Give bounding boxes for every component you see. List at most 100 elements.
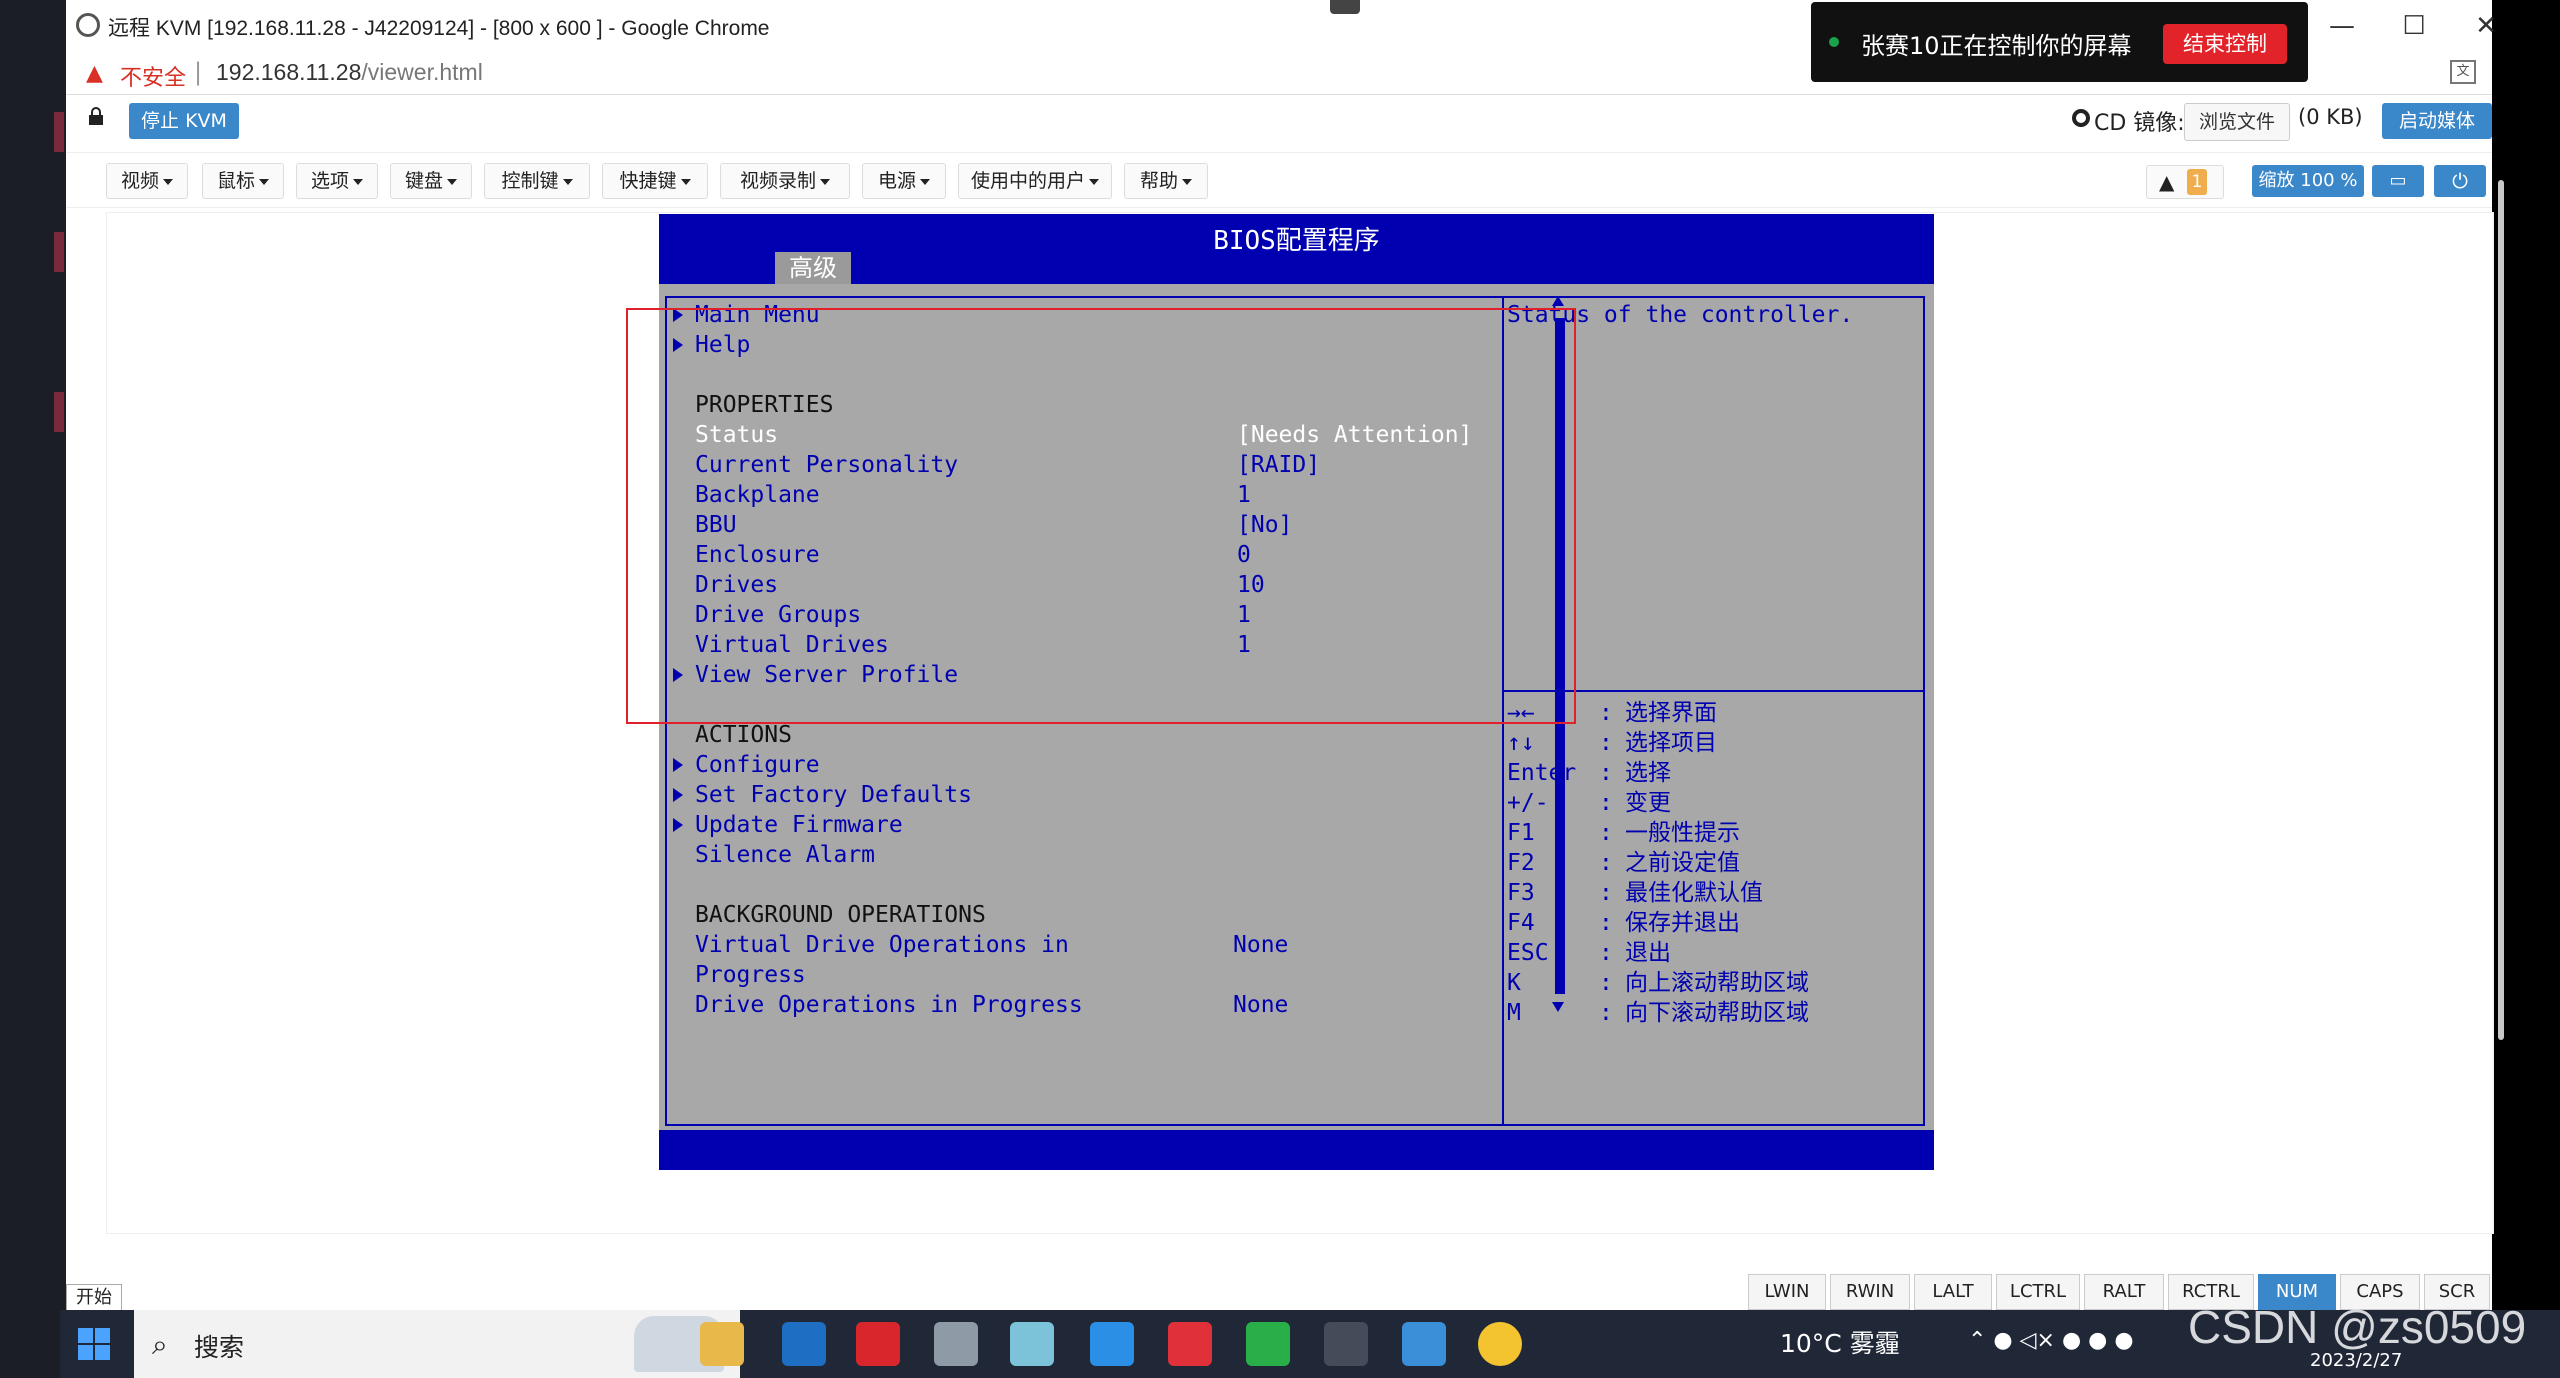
app-icon[interactable] <box>934 1322 978 1366</box>
key-name: M <box>1507 1000 1521 1026</box>
remote-app-icon[interactable] <box>1090 1322 1134 1366</box>
monitor-icon[interactable]: ▭ <box>2372 165 2424 197</box>
address-separator: | <box>194 58 203 86</box>
key-name: F2 <box>1507 850 1535 876</box>
kvm-menu-bar: 视频 鼠标 选项 键盘 控制键 快捷键 视频录制 电源 使用中的用户 帮助 ▲ … <box>66 152 2492 208</box>
app-heart-icon[interactable] <box>1168 1322 1212 1366</box>
bios-item-silence-alarm[interactable]: Silence Alarm <box>695 840 875 870</box>
key-name: F1 <box>1507 820 1535 846</box>
wps-icon[interactable] <box>856 1322 900 1366</box>
start-tooltip: 开始 <box>66 1284 122 1312</box>
key-sep: : <box>1599 940 1613 966</box>
url-host: 192.168.11.28 <box>216 59 362 85</box>
key-sep: : <box>1599 730 1613 756</box>
warning-icon[interactable]: ▲ <box>86 61 103 86</box>
browse-file-button[interactable]: 浏览文件 <box>2184 103 2290 141</box>
menu-active-users-label: 使用中的用户 <box>970 170 1085 192</box>
windows-start-button[interactable] <box>60 1310 130 1378</box>
menu-video[interactable]: 视频 <box>106 163 188 199</box>
chevron-down-icon <box>680 178 691 185</box>
key-name: Enter <box>1507 760 1577 786</box>
tab-advanced[interactable]: 高级 <box>775 252 851 284</box>
taskbar-search[interactable]: ⌕ 搜索 <box>134 1310 740 1378</box>
launch-media-button[interactable]: 启动媒体 <box>2382 103 2492 139</box>
end-control-button[interactable]: 结束控制 <box>2163 24 2287 64</box>
chevron-down-icon <box>163 178 173 185</box>
share-handle[interactable] <box>1330 0 1360 14</box>
menu-power[interactable]: 电源 <box>862 163 946 199</box>
menu-control-keys[interactable]: 控制键 <box>484 163 590 199</box>
menu-help[interactable]: 帮助 <box>1124 163 1208 199</box>
key-lwin[interactable]: LWIN <box>1748 1274 1826 1310</box>
menu-active-users[interactable]: 使用中的用户 <box>958 163 1112 199</box>
key-ralt[interactable]: RALT <box>2084 1274 2164 1310</box>
menu-keyboard[interactable]: 键盘 <box>390 163 472 199</box>
key-desc: 一般性提示 <box>1625 820 1740 846</box>
chevron-down-icon <box>447 178 457 185</box>
key-name: ESC <box>1507 940 1549 966</box>
wechat-icon[interactable] <box>1246 1322 1290 1366</box>
chevron-down-icon <box>353 178 363 185</box>
key-name: F4 <box>1507 910 1535 936</box>
submenu-arrow-icon <box>673 788 683 802</box>
settings-gear-icon[interactable] <box>1324 1322 1368 1366</box>
key-sep: : <box>1599 970 1613 996</box>
watermark: CSDN @zs0509 <box>2188 1301 2527 1353</box>
share-status-text: 张赛10正在控制你的屏幕 <box>1861 32 2132 60</box>
scroll-down-icon[interactable] <box>1552 1002 1564 1012</box>
bios-item-update-firmware[interactable]: Update Firmware <box>695 810 903 840</box>
alert-button[interactable]: ▲ 1 <box>2146 165 2224 199</box>
security-status[interactable]: 不安全 <box>120 60 186 92</box>
chevron-down-icon <box>562 178 573 185</box>
menu-keyboard-label: 键盘 <box>404 170 443 192</box>
power-icon[interactable]: ⏻ <box>2434 165 2486 197</box>
notepad-icon[interactable] <box>1010 1322 1054 1366</box>
key-rwin[interactable]: RWIN <box>1830 1274 1910 1310</box>
page-scrollbar[interactable] <box>2498 180 2504 1040</box>
outlook-icon[interactable] <box>782 1322 826 1366</box>
chrome-icon[interactable] <box>1478 1322 1522 1366</box>
key-name: ↑↓ <box>1507 730 1535 756</box>
window-title: 远程 KVM [192.168.11.28 - J42209124] - [80… <box>108 17 770 40</box>
menu-video-label: 视频 <box>120 170 159 192</box>
warning-icon: ▲ <box>2159 170 2175 194</box>
menu-options[interactable]: 选项 <box>296 163 378 199</box>
windows-taskbar: ⌕ 搜索 10°C 雾霾 ⌃ ● ◁× ● ● ● 2023/2/27 <box>60 1310 2560 1378</box>
key-lctrl[interactable]: LCTRL <box>1996 1274 2080 1310</box>
key-lalt[interactable]: LALT <box>1914 1274 1992 1310</box>
menu-hotkeys[interactable]: 快捷键 <box>602 163 708 199</box>
key-sep: : <box>1599 790 1613 816</box>
system-tray-icons[interactable]: ⌃ ● ◁× ● ● ● <box>1968 1328 2134 1353</box>
key-name: K <box>1507 970 1521 996</box>
bios-item-configure[interactable]: Configure <box>695 750 820 780</box>
bios-item-set-factory-defaults[interactable]: Set Factory Defaults <box>695 780 972 810</box>
menu-mouse-label: 鼠标 <box>216 170 255 192</box>
stop-kvm-button[interactable]: 停止 KVM <box>129 103 239 139</box>
key-desc: 变更 <box>1625 790 1671 816</box>
bios-bgop-label: Virtual Drive Operations in <box>695 932 1069 958</box>
key-desc: 选择项目 <box>1625 730 1717 756</box>
close-button[interactable]: ✕ <box>2450 6 2522 46</box>
translate-icon[interactable]: 文 <box>2450 60 2476 84</box>
menu-video-record[interactable]: 视频录制 <box>720 163 850 199</box>
weather-widget[interactable]: 10°C 雾霾 <box>1780 1324 1900 1360</box>
bios-heading-background-ops: BACKGROUND OPERATIONS <box>695 902 986 928</box>
maximize-button[interactable]: ☐ <box>2378 6 2450 46</box>
file-explorer-icon[interactable] <box>700 1322 744 1366</box>
search-placeholder: 搜索 <box>194 1333 245 1362</box>
bios-bgop-value: None <box>1233 932 1289 958</box>
key-sep: : <box>1599 820 1613 846</box>
chevron-down-icon <box>920 178 930 185</box>
url-text[interactable]: 192.168.11.28/viewer.html <box>216 59 483 86</box>
key-name: F3 <box>1507 880 1535 906</box>
minimize-button[interactable]: — <box>2306 6 2378 46</box>
zoom-button[interactable]: 缩放 100 % <box>2252 165 2364 197</box>
key-desc: 选择界面 <box>1625 700 1717 726</box>
screen-share-banner: 张赛10正在控制你的屏幕 结束控制 <box>1811 2 2308 82</box>
remote-desktop-icon[interactable] <box>1402 1322 1446 1366</box>
bios-bgop-value: None <box>1233 992 1289 1018</box>
key-desc: 保存并退出 <box>1625 910 1740 936</box>
menu-mouse[interactable]: 鼠标 <box>202 163 284 199</box>
lock-icon <box>89 107 103 125</box>
menu-help-label: 帮助 <box>1139 170 1178 192</box>
